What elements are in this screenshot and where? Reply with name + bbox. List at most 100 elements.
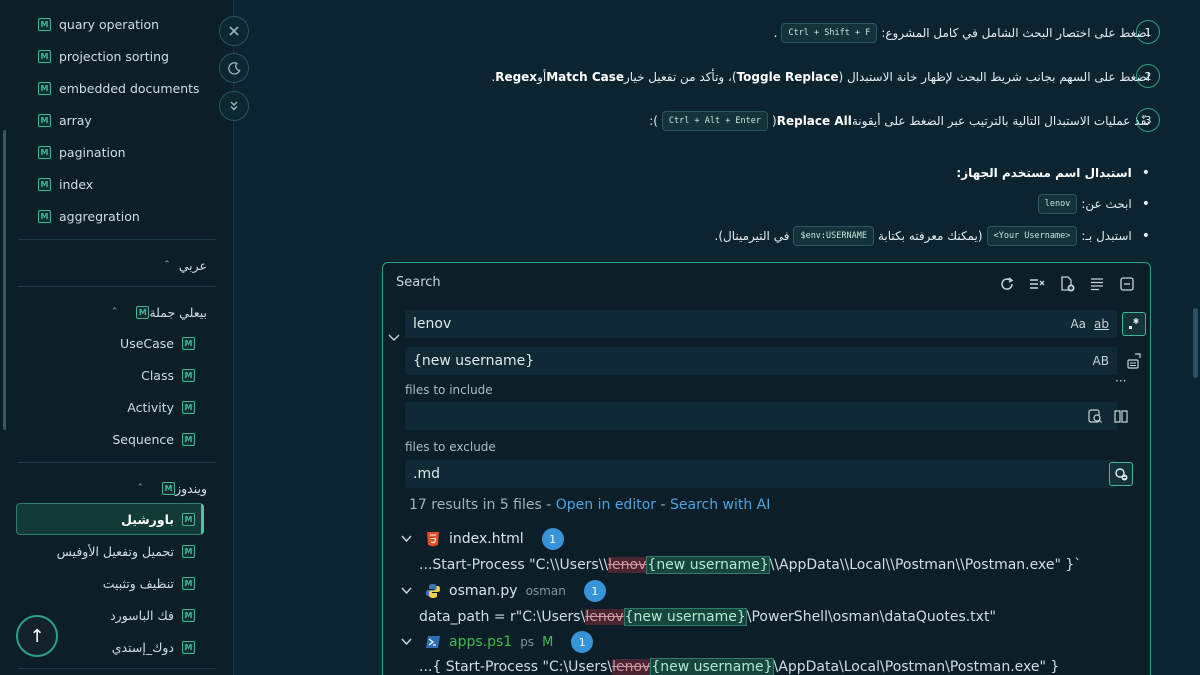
- match-inserted: {new username}: [623, 608, 747, 626]
- split-view-button[interactable]: [1109, 404, 1133, 428]
- result-file-row[interactable]: index.html 1: [401, 528, 564, 550]
- sidebar-item-label: فك الباسورد: [110, 607, 174, 623]
- match-removed: lenov: [585, 609, 624, 625]
- match-context: \PowerShell\osman\dataQuotes.txt": [746, 609, 996, 625]
- step-text: .: [773, 26, 778, 40]
- result-file-folder: osman: [525, 584, 566, 598]
- sidebar-divider: [18, 239, 216, 240]
- sidebar-item-aggregration[interactable]: Maggregration: [38, 202, 140, 230]
- chevron-up-icon: ⌃: [163, 260, 171, 270]
- step-text: ):: [649, 114, 658, 128]
- search-options: Aa ab: [1070, 310, 1109, 338]
- sidebar-item-label: index: [59, 176, 94, 192]
- sidebar-item-embedded-documents[interactable]: Membedded documents: [38, 74, 200, 102]
- step-text: نفّذ عمليات الاستبدال التالية بالترتيب ع…: [851, 114, 1150, 128]
- sidebar-item-sequence[interactable]: M Sequence: [112, 425, 195, 453]
- replace-options: AB: [1093, 347, 1109, 375]
- include-input[interactable]: [405, 402, 1117, 430]
- settings-exclude-icon: [1115, 468, 1128, 481]
- step-text: أو: [537, 70, 547, 84]
- result-file-name: index.html: [449, 531, 524, 547]
- step-bold: Regex: [495, 70, 538, 84]
- open-in-editor-link[interactable]: Open in editor: [556, 497, 656, 513]
- refresh-button[interactable]: [996, 273, 1018, 295]
- code-inline: <Your Username>: [986, 226, 1078, 246]
- bullet-text: استبدل بـ:: [1081, 229, 1132, 243]
- sidebar-item-powershell[interactable]: M باورشيل: [121, 505, 195, 533]
- sidebar-item-label: pagination: [59, 144, 126, 160]
- whole-word-toggle[interactable]: ab: [1094, 317, 1109, 331]
- sidebar-item-class[interactable]: M Class: [141, 361, 195, 389]
- match-count-badge: 1: [583, 580, 606, 602]
- result-match-line[interactable]: ...{ Start-Process "C:\Users\ lenov {new u…: [419, 656, 1059, 675]
- sidebar-group-arabic[interactable]: عربي ⌃: [163, 252, 207, 278]
- theme-toggle-button[interactable]: [219, 53, 249, 83]
- toggle-replace-button[interactable]: [388, 333, 400, 346]
- sidebar-item-index[interactable]: Mindex: [38, 170, 93, 198]
- search-panel-title: Search: [396, 275, 441, 290]
- sidebar-item-clean-install[interactable]: M تنظيف وتثبيت: [103, 569, 195, 597]
- sidebar-item-password[interactable]: M فك الباسورد: [110, 601, 195, 629]
- chevron-down-icon: [401, 585, 419, 598]
- sidebar-item-pagination[interactable]: Mpagination: [38, 138, 126, 166]
- search-input[interactable]: lenov Aa ab: [405, 310, 1117, 338]
- replace-all-button[interactable]: [1122, 349, 1146, 373]
- sidebar-divider: [18, 668, 216, 669]
- sidebar-group-sentence[interactable]: بيعلي جملة M ⌃: [111, 299, 207, 325]
- sidebar-group-windows[interactable]: ويندوز M ⌃: [137, 475, 207, 501]
- step-text: (: [772, 114, 777, 128]
- bullet-search-for: ابحث عن:lenov: [1034, 192, 1150, 216]
- result-file-row[interactable]: apps.ps1 ps M 1: [401, 631, 594, 653]
- sidebar-item-dokstudy[interactable]: M دوك_إستدي: [112, 633, 195, 661]
- sidebar-scrollbar[interactable]: [3, 130, 6, 430]
- match-case-toggle[interactable]: Aa: [1070, 317, 1086, 331]
- match-count-badge: 1: [541, 528, 564, 550]
- scroll-top-button[interactable]: ↑: [16, 615, 58, 657]
- group-label: ويندوز: [175, 480, 207, 496]
- clear-results-button[interactable]: [1026, 273, 1048, 295]
- sidebar-item-label: quary operation: [59, 16, 160, 32]
- shortcut-kbd: Ctrl + Alt + Enter: [661, 111, 769, 131]
- replace-all-icon: [1127, 353, 1141, 369]
- markdown-icon: M: [38, 209, 51, 223]
- sidebar-item-usecase[interactable]: M UseCase: [120, 329, 195, 357]
- sidebar-item-array[interactable]: Marray: [38, 106, 92, 134]
- bullet-replace-with: استبدل بـ:<Your Username>(يمكنك معرفته ب…: [715, 224, 1151, 248]
- sidebar-item-label: Activity: [127, 399, 174, 415]
- markdown-icon: M: [162, 481, 176, 495]
- view-as-list-button[interactable]: [1086, 273, 1108, 295]
- sidebar-item-office[interactable]: M تحميل وتفعيل الأوفيس: [57, 537, 195, 565]
- search-with-ai-link[interactable]: Search with AI: [670, 497, 770, 513]
- use-exclude-settings-toggle[interactable]: [1109, 462, 1133, 486]
- sidebar-item-projection-sorting[interactable]: Mprojection sorting: [38, 42, 169, 70]
- page-scrollbar[interactable]: [1193, 308, 1198, 378]
- sidebar-item-quary-operation[interactable]: Mquary operation: [38, 10, 159, 38]
- code-inline: lenov: [1037, 194, 1078, 214]
- step-2-text: اضغط على السهم بجانب شريط البحث لإظهار خ…: [491, 64, 1150, 90]
- bullet-text: في التيرمينال).: [714, 229, 790, 243]
- result-file-row[interactable]: osman.py osman 1: [401, 580, 606, 602]
- replace-input[interactable]: {new username} AB: [405, 347, 1117, 375]
- close-icon: [229, 26, 239, 36]
- more-options-toggle[interactable]: ···: [1115, 374, 1126, 388]
- regex-toggle[interactable]: [1122, 312, 1146, 336]
- sidebar-item-activity[interactable]: M Activity: [127, 393, 195, 421]
- new-search-editor-button[interactable]: [1056, 273, 1078, 295]
- powershell-file-icon: [425, 634, 441, 650]
- match-removed: lenov: [612, 659, 651, 675]
- close-button[interactable]: [219, 16, 249, 46]
- markdown-icon: M: [38, 49, 51, 63]
- collapse-all-button[interactable]: [1116, 273, 1138, 295]
- result-match-line[interactable]: data_path = r"C:\Users\ lenov {new usernam…: [419, 606, 996, 628]
- preserve-case-toggle[interactable]: AB: [1093, 354, 1109, 368]
- result-match-line[interactable]: ...Start-Process "C:\\Users\\ lenov {new u…: [419, 554, 1081, 576]
- sidebar-divider: [18, 286, 216, 287]
- search-toolbar: [996, 273, 1138, 295]
- scroll-down-button[interactable]: [219, 91, 249, 121]
- chevron-down-icon: [401, 533, 419, 546]
- sidebar-item-label: projection sorting: [59, 48, 169, 64]
- html-file-icon: [425, 531, 441, 547]
- search-open-editors-toggle[interactable]: [1083, 404, 1107, 428]
- step-1-text: اضغط على اختصار البحث الشامل في كامل الم…: [774, 20, 1150, 46]
- exclude-input[interactable]: .md: [405, 460, 1117, 488]
